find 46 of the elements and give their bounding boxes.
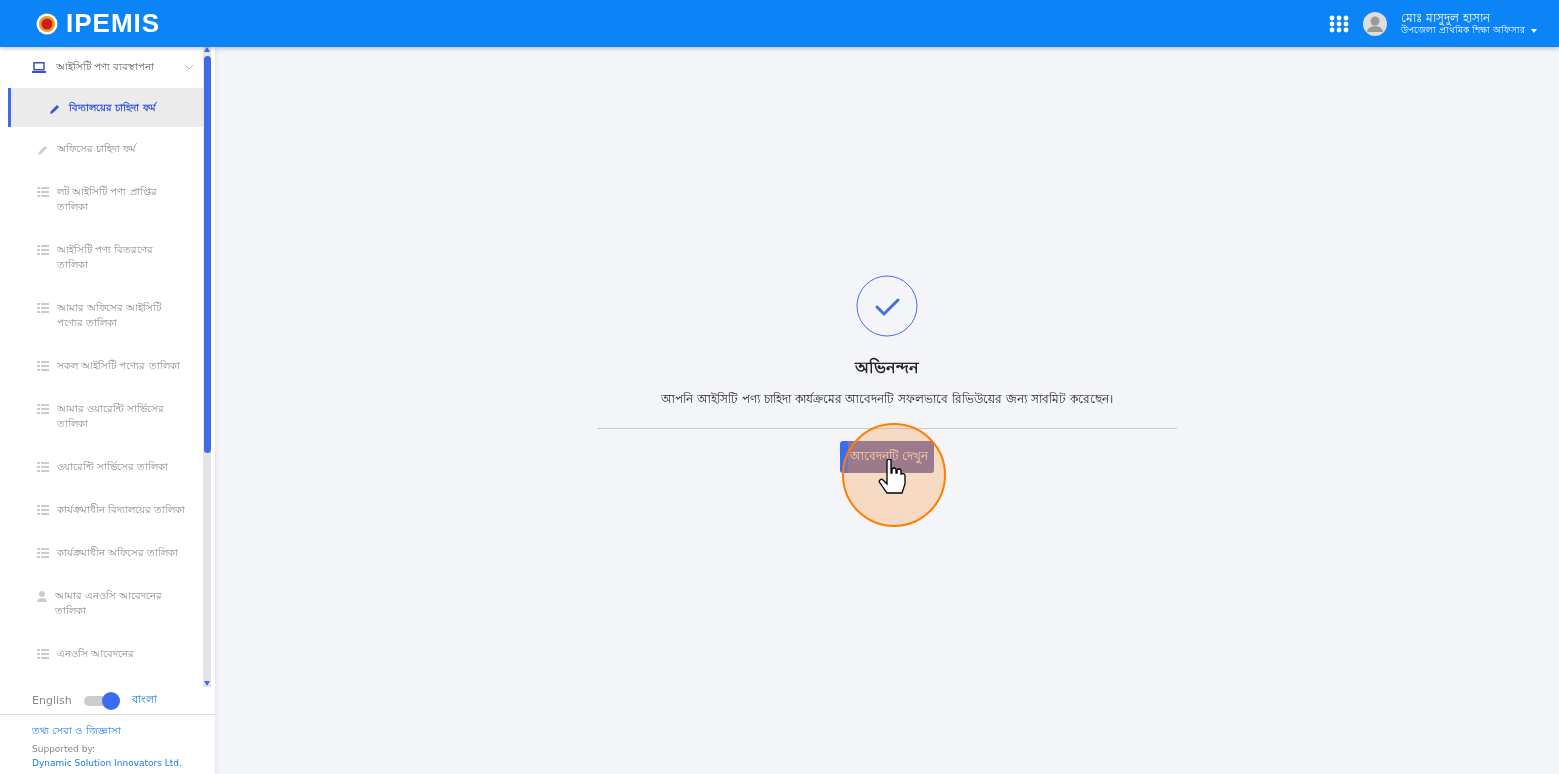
sidebar-item[interactable]: আমার ওয়ারেন্টি সার্ভিসের তালিকা [8, 387, 203, 445]
list-icon [37, 505, 49, 515]
scrollbar-thumb[interactable] [203, 56, 211, 453]
sidebar-item[interactable]: আমার অফিসের আইসিটি পণ্যের তালিকা [8, 286, 203, 344]
apps-grid-icon[interactable] [1329, 14, 1350, 33]
app-logo-text: IPEMIS [66, 8, 161, 39]
list-icon [37, 245, 49, 255]
sidebar-item[interactable]: আমার এনওসি আবেদনের তালিকা [8, 574, 203, 632]
user-icon [37, 591, 47, 602]
sidebar-item[interactable]: অফিসের চাহিদা ফর্ম [8, 127, 203, 170]
sidebar-item[interactable]: লট আইসিটি পণ্য প্রাপ্তির তালিকা [8, 170, 203, 228]
user-role: উপজেলা প্রাথমিক শিক্ষা অফিসার [1401, 25, 1525, 37]
sidebar-item[interactable]: ওয়ারেন্টি সার্ভিসের তালিকা [8, 445, 203, 488]
pencil-icon [37, 144, 49, 156]
company-link[interactable]: Dynamic Solution Innovators Ltd. [32, 758, 183, 768]
view-application-button[interactable]: আবেদনটি দেখুন [839, 441, 935, 473]
chevron-icon[interactable] [185, 65, 193, 70]
sidebar-item[interactable]: এনওসি আবেদনের [8, 632, 203, 675]
sidebar-item[interactable]: বিদ্যালয়ের চাহিদা ফর্ম [8, 88, 203, 127]
success-message: আপনি আইসিটি পণ্য চাহিদা কার্যক্রমের আবেদনটি সফলভাবে রিভিউয়ের জন্য সাবমিট করেছেন। [661, 391, 1113, 408]
scrollbar[interactable] [203, 47, 211, 687]
success-title: অভিনন্দন [855, 356, 919, 379]
avatar-icon[interactable] [1363, 11, 1388, 36]
sidebar-item[interactable]: কার্যক্রমাধীন বিদ্যালয়ের তালিকা [8, 488, 203, 531]
scroll-up-arrow-icon[interactable] [204, 47, 210, 53]
laptop-icon [32, 62, 46, 73]
sidebar-item[interactable]: সকল আইসিটি পণ্যের তালিকা [8, 344, 203, 387]
scroll-down-arrow-icon[interactable] [204, 681, 210, 687]
list-icon [37, 303, 49, 313]
sidebar-item[interactable]: আইসিটি পণ্য বিতরণের তালিকা [8, 228, 203, 286]
list-icon [37, 548, 49, 558]
list-icon [37, 361, 49, 371]
list-icon [37, 649, 49, 659]
list-icon [37, 462, 49, 472]
pencil-icon [49, 103, 61, 115]
emblem-logo-icon [36, 12, 58, 35]
sidebar-group-label[interactable]: আইসিটি পণ্য ব্যবস্থাপনা [56, 59, 175, 76]
language-option[interactable]: English [32, 694, 72, 707]
checkmark-circle-icon [856, 275, 918, 337]
language-option[interactable]: বাংলা [131, 691, 157, 710]
supported-by-text: Supported by: [32, 744, 97, 754]
list-icon [37, 404, 49, 414]
sidebar-item[interactable]: কার্যক্রমাধীন অফিসের তালিকা [8, 531, 203, 574]
dropdown-caret-icon[interactable] [1531, 28, 1537, 33]
list-icon [37, 187, 49, 197]
help-link[interactable]: তথ্য সেবা ও জিজ্ঞাসা [32, 723, 183, 740]
